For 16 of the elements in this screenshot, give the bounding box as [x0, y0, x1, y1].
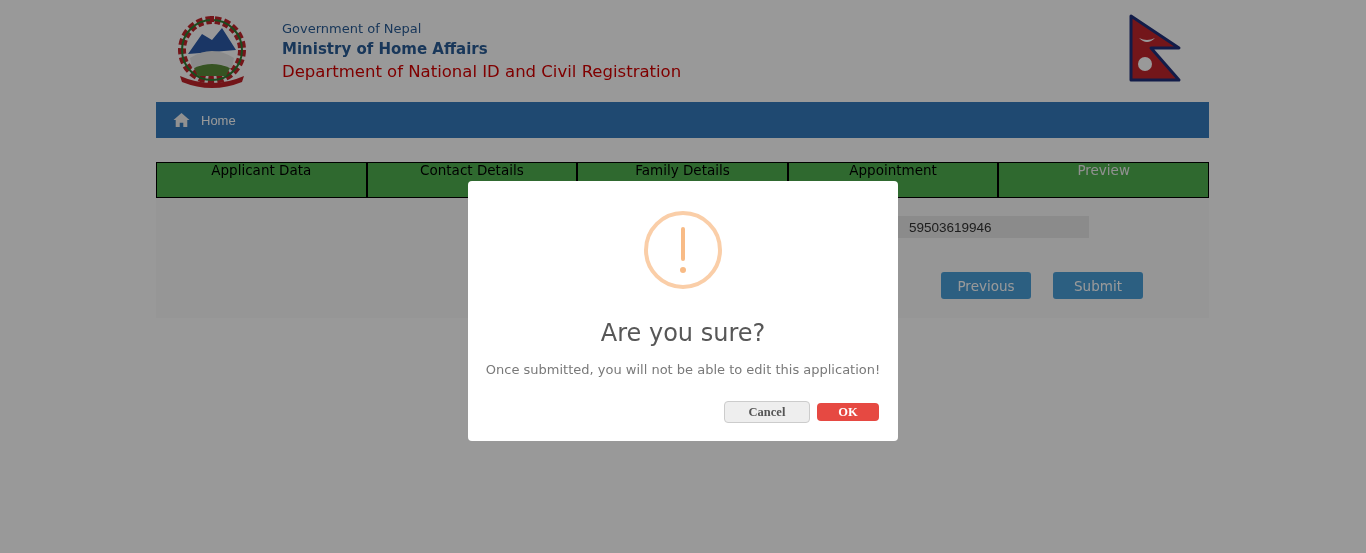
home-link[interactable]: Home — [172, 112, 236, 128]
step-tab[interactable]: Preview — [998, 162, 1209, 198]
submit-button[interactable]: Submit — [1053, 272, 1143, 299]
step-tab[interactable]: Applicant Data — [156, 162, 367, 198]
government-title: Government of Nepal — [282, 21, 423, 36]
ministry-title: Ministry of Home Affairs — [282, 40, 489, 58]
flag-icon — [1129, 14, 1183, 82]
ok-button[interactable]: OK — [817, 403, 879, 421]
dialog-message: Once submitted, you will not be able to edit this application! — [485, 362, 881, 377]
department-title: Department of National ID and Civil Registration — [282, 62, 682, 81]
previous-button[interactable]: Previous — [941, 272, 1031, 299]
cancel-button[interactable]: Cancel — [724, 401, 810, 423]
warning-icon — [643, 210, 723, 290]
home-icon — [172, 112, 191, 128]
input-field[interactable]: 59503619946 — [895, 216, 1089, 238]
dialog-title: Are you sure? — [600, 319, 766, 347]
